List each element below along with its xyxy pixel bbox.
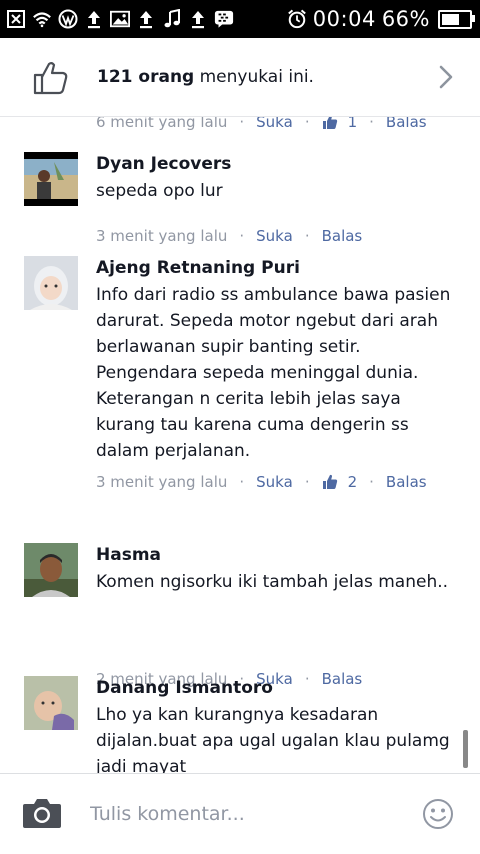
separator-dot: · — [304, 227, 310, 245]
reply-button[interactable]: Balas — [322, 227, 363, 245]
like-count: 2 — [347, 473, 358, 491]
system-status: 00:04 66% — [287, 6, 475, 32]
camera-icon[interactable] — [22, 796, 62, 830]
image-icon — [110, 9, 130, 29]
upload-icon — [136, 9, 156, 29]
like-count-icon — [322, 474, 337, 489]
battery-fill — [442, 13, 460, 25]
likes-count: 121 orang — [97, 67, 195, 87]
likes-summary[interactable]: 121 orang menyukai ini. — [0, 38, 480, 117]
scrollbar[interactable] — [463, 730, 468, 768]
like-button[interactable]: Suka — [256, 473, 293, 491]
comment-meta: 3 menit yang lalu · Suka · 2 · Balas — [96, 472, 427, 492]
comment-meta: 3 menit yang lalu · Suka · Balas — [96, 226, 362, 246]
wordpress-icon — [58, 9, 78, 29]
comment-composer — [0, 773, 480, 854]
chevron-right-icon[interactable] — [438, 64, 454, 90]
notification-icons — [6, 7, 234, 31]
upload-icon — [188, 9, 208, 29]
avatar[interactable] — [24, 676, 78, 730]
comment-time: 3 menit yang lalu — [96, 473, 228, 491]
reply-button[interactable]: Balas — [386, 473, 427, 491]
separator-dot: · — [239, 227, 245, 245]
separator-dot: · — [304, 473, 310, 491]
battery-icon — [438, 9, 475, 29]
avatar[interactable] — [24, 256, 78, 310]
comment-input[interactable] — [90, 800, 400, 828]
comment-author[interactable]: Dyan Jecovers — [96, 154, 231, 174]
like-button[interactable]: Suka — [256, 227, 293, 245]
battery-percentage: 66% — [381, 7, 430, 31]
comment-list[interactable]: 6 menit yang lalu · Suka · 1 · Balas Dya… — [0, 110, 480, 776]
separator-dot: · — [239, 473, 245, 491]
comment-time: 3 menit yang lalu — [96, 227, 228, 245]
comment-author[interactable]: Ajeng Retnaning Puri — [96, 258, 300, 278]
comments-panel: 121 orang menyukai ini. 6 menit yang lal… — [0, 38, 480, 854]
upload-icon — [84, 9, 104, 29]
avatar[interactable] — [24, 152, 78, 206]
blackberry-messenger-icon — [214, 9, 234, 29]
clock-time: 00:04 — [312, 7, 376, 31]
close-box-icon — [6, 9, 26, 29]
emoji-icon[interactable] — [422, 798, 454, 830]
comment-text: sepeda opo lur — [96, 181, 223, 201]
comment-author[interactable]: Hasma — [96, 545, 161, 565]
avatar[interactable] — [24, 543, 78, 597]
likes-suffix: menyukai ini. — [194, 67, 314, 87]
reply-button[interactable]: Balas — [322, 670, 363, 688]
thumbs-up-icon — [33, 62, 68, 95]
comment-author[interactable]: Danang Ismantoro — [96, 678, 273, 698]
likes-summary-text: 121 orang menyukai ini. — [97, 67, 314, 87]
comment-text: Info dari radio ss ambulance bawa pasien… — [96, 285, 451, 461]
separator-dot: · — [369, 473, 374, 491]
status-bar: 00:04 66% — [0, 0, 480, 38]
separator-dot: · — [304, 670, 310, 688]
wifi-icon — [32, 9, 52, 29]
music-note-icon — [162, 9, 182, 29]
comment-text: Lho ya kan kurangnya kesadaran dijalan.b… — [96, 705, 450, 776]
alarm-clock-icon — [287, 9, 307, 29]
comment-text: Komen ngisorku iki tambah jelas maneh.. — [96, 572, 449, 592]
